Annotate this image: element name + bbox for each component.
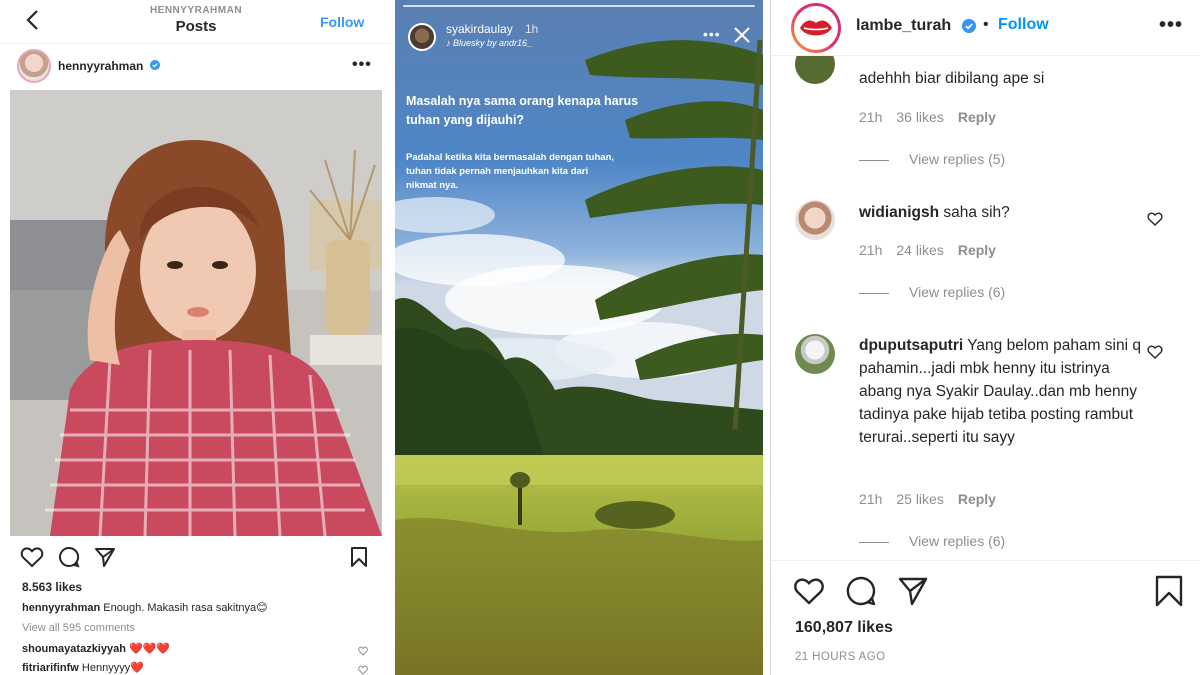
- post-caption: hennyyrahman Enough. Makasih rasa sakitn…: [22, 601, 268, 614]
- comment-icon[interactable]: [845, 575, 877, 607]
- view-replies-link[interactable]: View replies (6): [859, 284, 1005, 300]
- list-item: widianigsh saha sih?: [859, 201, 1149, 224]
- post-action-bar: 160,807 likes 21 HOURS AGO: [771, 560, 1200, 675]
- story-headline-text: Masalah nya sama orang kenapa harus tuha…: [406, 94, 639, 127]
- heart-icon[interactable]: [1147, 344, 1163, 360]
- comment-meta: 21h 24 likes Reply: [859, 242, 1010, 258]
- comment-username[interactable]: dpuputsaputri: [859, 337, 963, 354]
- heart-icon[interactable]: [358, 646, 368, 656]
- comment-likes[interactable]: 36 likes: [896, 109, 943, 125]
- story-music-label[interactable]: ♪ Bluesky by andr16_: [446, 38, 532, 48]
- view-replies-link[interactable]: View replies (6): [859, 533, 1005, 549]
- avatar[interactable]: [791, 3, 841, 53]
- comment-icon[interactable]: [58, 546, 80, 568]
- view-replies-label[interactable]: View replies (6): [909, 533, 1005, 549]
- comment-likes[interactable]: 25 likes: [896, 491, 943, 507]
- story-time: 1h: [525, 22, 539, 36]
- post-photo: [10, 90, 382, 536]
- close-icon[interactable]: [733, 26, 751, 44]
- view-replies-label[interactable]: View replies (5): [909, 151, 1005, 167]
- comment-time: 21h: [859, 491, 883, 507]
- post-timestamp: 21 HOURS AGO: [795, 651, 886, 663]
- comment-text: ❤️❤️❤️: [125, 643, 171, 655]
- comment-text: saha sih?: [939, 204, 1010, 221]
- story-username[interactable]: syakirdaulay: [446, 22, 513, 36]
- post-username[interactable]: hennyyrahman: [58, 59, 143, 73]
- caption-username[interactable]: hennyyrahman: [22, 602, 100, 614]
- story-progress-bar: [403, 5, 755, 7]
- more-options-icon[interactable]: •••: [1159, 14, 1183, 37]
- comment-time: 21h: [859, 109, 883, 125]
- follow-button[interactable]: Follow: [998, 16, 1049, 34]
- left-post-screenshot: HENNYYRAHMAN Posts Follow hennyyrahman •…: [0, 0, 392, 675]
- comment-text: Hennyyyy❤️: [78, 662, 144, 674]
- like-count[interactable]: 8.563 likes: [22, 580, 82, 594]
- follow-button[interactable]: Follow: [320, 14, 364, 30]
- view-all-comments-link[interactable]: View all 595 comments: [22, 622, 135, 634]
- avatar[interactable]: [795, 334, 835, 374]
- post-header: lambe_turah • Follow •••: [771, 0, 1200, 56]
- verified-badge-icon: [962, 19, 976, 33]
- comment-time: 21h: [859, 242, 883, 258]
- reply-button[interactable]: Reply: [958, 491, 996, 507]
- post-username[interactable]: lambe_turah: [856, 17, 951, 35]
- share-icon[interactable]: [94, 546, 116, 568]
- heart-icon[interactable]: [1147, 211, 1163, 227]
- heart-icon[interactable]: [793, 575, 825, 607]
- separator-dot: •: [983, 16, 989, 33]
- verified-badge-icon: [150, 60, 160, 70]
- bookmark-icon[interactable]: [1153, 575, 1185, 607]
- story-screenshot: syakirdaulay 1h ♪ Bluesky by andr16_ •••…: [395, 0, 763, 675]
- heart-icon[interactable]: [358, 665, 368, 675]
- list-item: dpuputsaputri Yang belom paham sini q pa…: [859, 334, 1149, 449]
- heart-icon[interactable]: [20, 546, 44, 568]
- like-count[interactable]: 160,807 likes: [795, 619, 893, 637]
- lips-logo-icon: [800, 20, 832, 36]
- comment-likes[interactable]: 24 likes: [896, 242, 943, 258]
- avatar[interactable]: [795, 200, 835, 240]
- caption-text: Enough. Makasih rasa sakitnya😊: [100, 602, 268, 614]
- view-replies-label[interactable]: View replies (6): [909, 284, 1005, 300]
- comment-meta: 21h 36 likes Reply: [859, 109, 1010, 125]
- comment-text: adehhh biar dibilang ape si: [859, 70, 1045, 87]
- share-icon[interactable]: [897, 575, 929, 607]
- comment-username[interactable]: shoumayatazkiyyah: [22, 643, 126, 655]
- comment-meta: 21h 25 likes Reply: [859, 491, 1010, 507]
- comment-username[interactable]: widianigsh: [859, 204, 939, 221]
- reply-button[interactable]: Reply: [958, 242, 996, 258]
- right-post-screenshot: lambe_turah • Follow ••• adehhh biar dib…: [770, 0, 1200, 675]
- avatar[interactable]: [17, 49, 51, 83]
- list-item: shoumayatazkiyyah ❤️❤️❤️: [22, 642, 170, 655]
- avatar[interactable]: [408, 23, 436, 51]
- view-replies-link[interactable]: View replies (5): [859, 151, 1005, 167]
- list-item: fitriarifinfw Hennyyyy❤️: [22, 661, 144, 674]
- reply-button[interactable]: Reply: [958, 109, 996, 125]
- bookmark-icon[interactable]: [350, 546, 368, 568]
- post-action-bar: [20, 546, 380, 570]
- more-options-icon[interactable]: •••: [703, 26, 721, 42]
- comment-username[interactable]: fitriarifinfw: [22, 662, 79, 674]
- more-options-icon[interactable]: •••: [352, 56, 372, 74]
- story-body-text: Padahal ketika kita bermasalah dengan tu…: [406, 152, 615, 191]
- left-post-top-bar: HENNYYRAHMAN Posts Follow: [0, 0, 392, 44]
